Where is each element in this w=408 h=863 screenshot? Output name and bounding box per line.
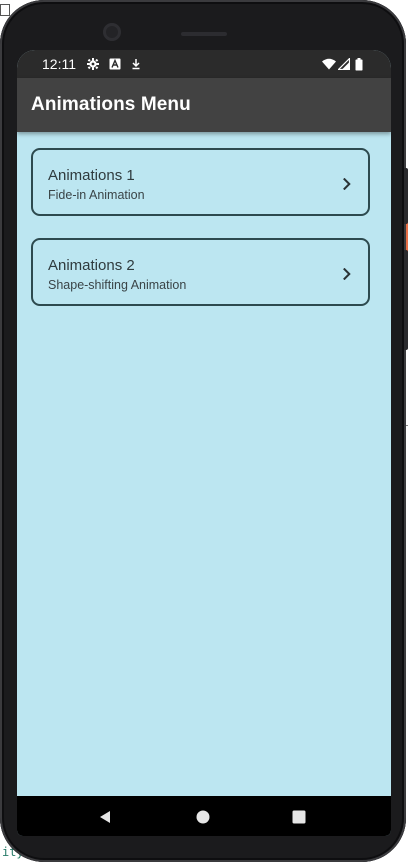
- home-icon[interactable]: [196, 810, 210, 824]
- earpiece-speaker: [181, 32, 227, 36]
- settings-icon: [87, 58, 99, 70]
- menu-item-title: Animations 1: [48, 167, 135, 184]
- volume-rocker[interactable]: [404, 250, 408, 350]
- window-corner-box: [0, 4, 10, 16]
- front-camera: [103, 23, 121, 41]
- menu-item-subtitle: Shape-shifting Animation: [48, 278, 187, 292]
- system-navigation-bar: [17, 796, 391, 836]
- download-icon: [130, 58, 142, 70]
- battery-icon: [355, 58, 363, 71]
- menu-item-animations-1[interactable]: Animations 1 Fide-in Animation: [31, 148, 370, 216]
- stage: ity 12:11 Animations Menu Animations 1 F…: [0, 0, 408, 863]
- wifi-icon: [322, 58, 336, 70]
- recents-icon[interactable]: [292, 810, 306, 824]
- signal-icon: [338, 58, 350, 70]
- power-button[interactable]: [404, 168, 408, 224]
- menu-item-title: Animations 2: [48, 257, 135, 274]
- chevron-right-icon: [342, 267, 352, 281]
- menu-item-animations-2[interactable]: Animations 2 Shape-shifting Animation: [31, 238, 370, 306]
- menu-item-subtitle: Fide-in Animation: [48, 188, 145, 202]
- chevron-right-icon: [342, 177, 352, 191]
- device-screen: 12:11 Animations Menu Animations 1 Fide-…: [17, 50, 391, 836]
- back-icon[interactable]: [98, 810, 112, 824]
- app-bar: Animations Menu: [17, 78, 391, 132]
- status-bar: 12:11: [17, 50, 391, 78]
- status-time: 12:11: [42, 56, 76, 72]
- app-bar-title: Animations Menu: [31, 94, 191, 115]
- a-badge-icon: [109, 58, 121, 70]
